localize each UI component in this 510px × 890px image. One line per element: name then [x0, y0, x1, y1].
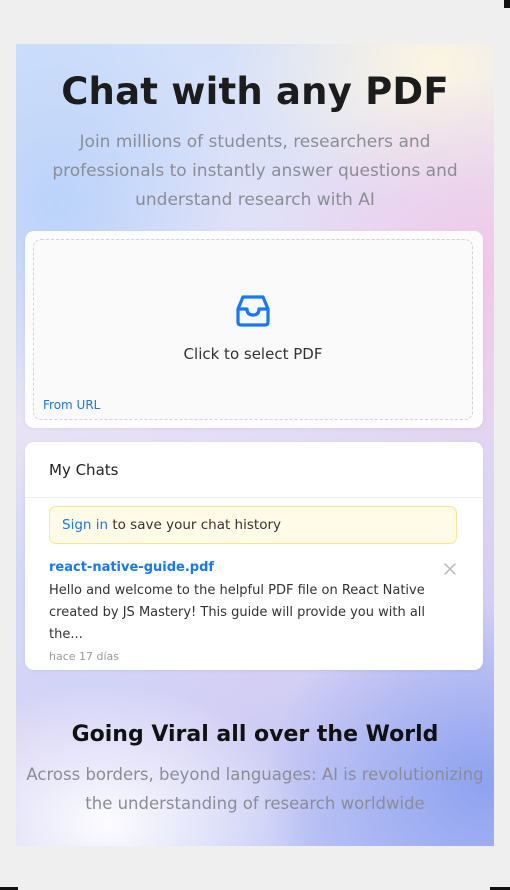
close-icon[interactable] — [443, 562, 457, 576]
chat-preview: Hello and welcome to the helpful PDF fil… — [49, 583, 426, 642]
my-chats-title: My Chats — [49, 461, 119, 479]
from-url-link[interactable]: From URL — [43, 398, 100, 412]
upload-card: Click to select PDF From URL — [25, 231, 483, 428]
signin-alert: Sign in to save your chat history — [49, 506, 457, 544]
viral-section-subtitle: Across borders, beyond languages: AI is … — [26, 765, 484, 813]
page-subtitle: Join millions of students, researchers a… — [52, 132, 458, 210]
my-chats-card: My Chats Sign in to save your chat histo… — [25, 442, 483, 670]
page-title: Chat with any PDF — [61, 70, 449, 113]
signin-alert-text: to save your chat history — [108, 517, 281, 533]
sign-in-link[interactable]: Sign in — [62, 517, 108, 533]
page: Chat with any PDF Join millions of stude… — [16, 44, 494, 846]
viral-section-title: Going Viral all over the World — [71, 722, 439, 747]
chat-timestamp: hace 17 días — [49, 650, 120, 663]
my-chats-header: My Chats — [25, 442, 483, 498]
chat-list-item[interactable]: react-native-guide.pdf Hello and welcome… — [49, 558, 459, 663]
inbox-icon — [236, 295, 270, 327]
select-pdf-label: Click to select PDF — [183, 345, 323, 363]
window-corner-mark — [504, 0, 510, 8]
pdf-dropzone[interactable]: Click to select PDF From URL — [33, 239, 473, 420]
chat-filename[interactable]: react-native-guide.pdf — [49, 558, 459, 578]
